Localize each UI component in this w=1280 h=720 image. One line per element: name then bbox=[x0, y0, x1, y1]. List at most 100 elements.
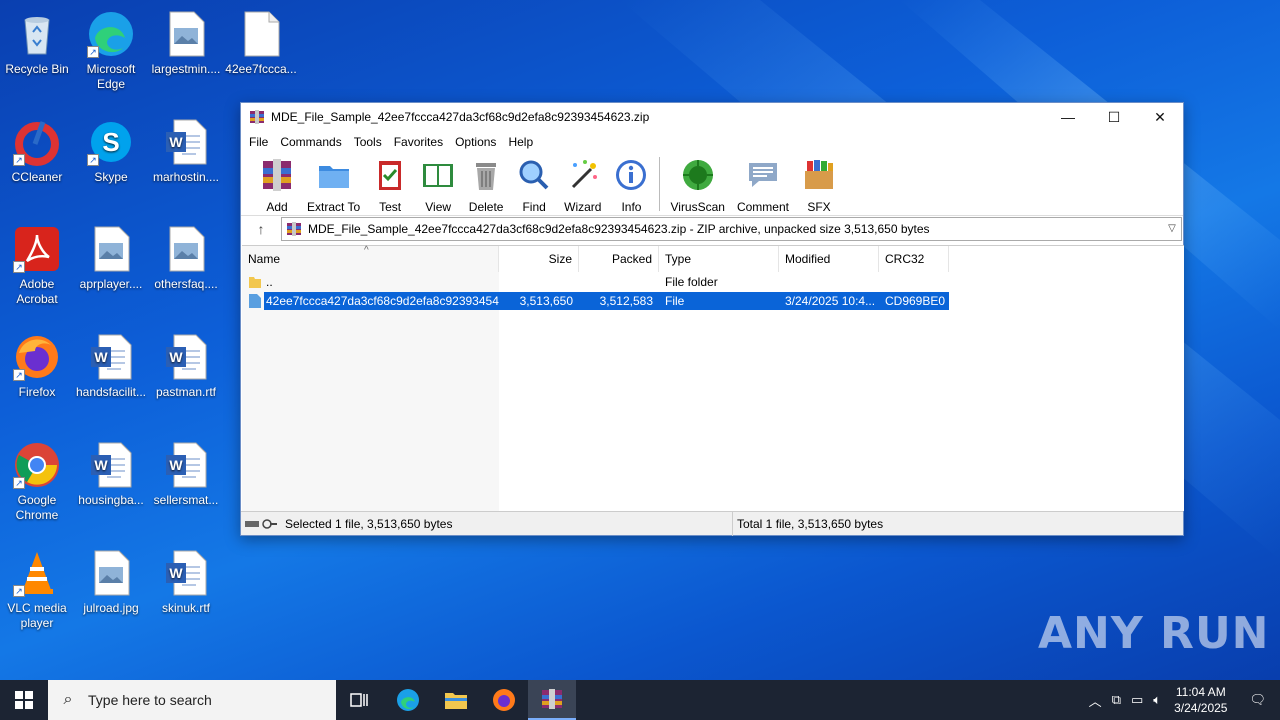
desktop-icon-word-doc[interactable]: Wsellersmat... bbox=[149, 441, 223, 508]
add-button[interactable]: Add bbox=[253, 157, 301, 214]
table-row-parent[interactable]: .. File folder bbox=[242, 272, 1184, 291]
start-button[interactable] bbox=[0, 680, 48, 720]
delete-label: Delete bbox=[468, 200, 504, 214]
desktop-icon-label: othersfaq.... bbox=[154, 277, 218, 291]
menu-tools[interactable]: Tools bbox=[348, 135, 388, 149]
column-type[interactable]: Type bbox=[659, 246, 779, 272]
chevron-up-icon[interactable]: ︿ bbox=[1084, 691, 1107, 710]
info-button[interactable]: Info bbox=[607, 157, 655, 214]
taskbar-winrar[interactable] bbox=[528, 680, 576, 720]
column-name-label: Name bbox=[248, 252, 281, 266]
chrome-icon: ↗ bbox=[13, 441, 61, 489]
row-modified: 3/24/2025 10:4... bbox=[779, 291, 879, 310]
svg-text:W: W bbox=[169, 457, 183, 473]
menu-commands[interactable]: Commands bbox=[274, 135, 347, 149]
column-crc32[interactable]: CRC32 bbox=[879, 246, 949, 272]
delete-button[interactable]: Delete bbox=[462, 157, 510, 214]
desktop-icon-acrobat[interactable]: ↗ Adobe Acrobat bbox=[0, 225, 74, 307]
menu-help[interactable]: Help bbox=[502, 135, 539, 149]
desktop-icon-label: CCleaner bbox=[11, 170, 63, 184]
desktop-icon-label: largestmin.... bbox=[151, 62, 221, 76]
archive-path-text: MDE_File_Sample_42ee7fccca427da3cf68c9d2… bbox=[308, 221, 930, 236]
column-packed[interactable]: Packed bbox=[579, 246, 659, 272]
wizard-label: Wizard bbox=[564, 200, 602, 214]
desktop-icon-vlc[interactable]: ↗ VLC media player bbox=[0, 549, 74, 631]
desktop-icon-word-doc[interactable]: Wmarhostin.... bbox=[149, 118, 223, 185]
menu-file[interactable]: File bbox=[243, 135, 274, 149]
view-button[interactable]: View bbox=[414, 157, 462, 214]
row-crc: CD969BE0 bbox=[879, 291, 949, 310]
maximize-button[interactable]: ☐ bbox=[1091, 103, 1137, 131]
minimize-button[interactable]: — bbox=[1045, 103, 1091, 131]
desktop-icon-label: pastman.rtf bbox=[155, 385, 217, 399]
extract-to-button[interactable]: Extract To bbox=[301, 157, 366, 214]
menu-favorites[interactable]: Favorites bbox=[388, 135, 449, 149]
menu-options[interactable]: Options bbox=[449, 135, 502, 149]
task-view-icon bbox=[350, 693, 368, 707]
desktop-icon-image-file[interactable]: largestmin.... bbox=[149, 10, 223, 77]
wizard-button[interactable]: Wizard bbox=[558, 157, 607, 214]
test-button[interactable]: Test bbox=[366, 157, 414, 214]
taskbar-edge[interactable] bbox=[384, 680, 432, 720]
virusscan-button[interactable]: VirusScan bbox=[664, 157, 730, 214]
up-arrow-icon[interactable]: ↑ bbox=[241, 221, 281, 237]
desktop-icon-image-file[interactable]: othersfaq.... bbox=[149, 225, 223, 292]
desktop-icon-word-doc[interactable]: Whandsfacilit... bbox=[74, 333, 148, 400]
desktop-icon-word-doc[interactable]: Wpastman.rtf bbox=[149, 333, 223, 400]
taskbar-explorer[interactable] bbox=[432, 680, 480, 720]
firefox-icon bbox=[493, 689, 515, 711]
desktop-icon-recycle-bin[interactable]: Recycle Bin bbox=[0, 10, 74, 77]
title-bar[interactable]: MDE_File_Sample_42ee7fccca427da3cf68c9d2… bbox=[241, 103, 1183, 131]
desktop-icon-ccleaner[interactable]: ↗ CCleaner bbox=[0, 118, 74, 185]
sfx-button[interactable]: SFX bbox=[795, 157, 843, 214]
column-modified[interactable]: Modified bbox=[779, 246, 879, 272]
column-name[interactable]: Name ^ bbox=[242, 245, 499, 272]
taskbar-firefox[interactable] bbox=[480, 680, 528, 720]
taskbar-search[interactable]: ⌕ Type here to search bbox=[48, 680, 336, 720]
info-label: Info bbox=[621, 200, 642, 214]
desktop-icon-label: julroad.jpg bbox=[83, 601, 139, 615]
clock-time: 11:04 AM bbox=[1175, 685, 1226, 699]
network-icon[interactable]: ▭ bbox=[1126, 692, 1148, 708]
word-doc-icon: W bbox=[87, 441, 135, 489]
desktop-icon-word-doc[interactable]: Wskinuk.rtf bbox=[149, 549, 223, 616]
notification-icon[interactable]: 🗨︎ bbox=[1235, 692, 1280, 708]
desktop-icon-image-file[interactable]: julroad.jpg bbox=[74, 549, 148, 616]
desktop-icon-blank-file[interactable]: 42ee7fccca... bbox=[224, 10, 298, 77]
shortcut-arrow-icon: ↗ bbox=[13, 154, 25, 166]
desktop-icon-word-doc[interactable]: Whousingba... bbox=[74, 441, 148, 508]
desktop-icon-firefox[interactable]: ↗ Firefox bbox=[0, 333, 74, 400]
network-device-icon[interactable]: ⧉ bbox=[1107, 692, 1126, 708]
task-view-button[interactable] bbox=[336, 680, 384, 720]
desktop-icon-chrome[interactable]: ↗ Google Chrome bbox=[0, 441, 74, 523]
close-button[interactable]: ✕ bbox=[1137, 103, 1183, 131]
winrar-icon bbox=[542, 689, 562, 709]
desktop-icon-label: sellersmat... bbox=[153, 493, 219, 507]
svg-text:W: W bbox=[94, 349, 108, 365]
column-size[interactable]: Size bbox=[499, 246, 579, 272]
desktop-icon-label: 42ee7fccca... bbox=[225, 62, 297, 76]
table-row-selected[interactable]: 42ee7fccca427da3cf68c9d2efa8c92393454...… bbox=[242, 291, 1184, 310]
ccleaner-icon: ↗ bbox=[13, 118, 61, 166]
desktop-icon-image-file[interactable]: aprplayer.... bbox=[74, 225, 148, 292]
row-name-cell: 42ee7fccca427da3cf68c9d2efa8c92393454... bbox=[242, 291, 499, 310]
drive-key-icon[interactable] bbox=[245, 518, 277, 530]
sfx-box-icon bbox=[804, 160, 833, 189]
word-doc-icon: W bbox=[162, 333, 210, 381]
add-label: Add bbox=[266, 200, 288, 214]
sfx-label: SFX bbox=[807, 200, 831, 214]
chevron-down-icon[interactable]: ▽ bbox=[1163, 223, 1181, 234]
vlc-icon: ↗ bbox=[13, 549, 61, 597]
desktop-icon-skype[interactable]: S ↗ Skype bbox=[74, 118, 148, 185]
desktop-icon-edge[interactable]: ↗ Microsoft Edge bbox=[74, 10, 148, 92]
desktop-icon-label: marhostin.... bbox=[152, 170, 220, 184]
find-button[interactable]: Find bbox=[510, 157, 558, 214]
edge-icon: ↗ bbox=[87, 10, 135, 58]
comment-button[interactable]: Comment bbox=[731, 157, 795, 214]
archive-path-field[interactable]: MDE_File_Sample_42ee7fccca427da3cf68c9d2… bbox=[281, 216, 1182, 241]
volume-icon[interactable]: 🔈︎ bbox=[1148, 692, 1166, 708]
svg-text:W: W bbox=[94, 457, 108, 473]
row-name: 42ee7fccca427da3cf68c9d2efa8c92393454... bbox=[264, 291, 499, 310]
clock[interactable]: 11:04 AM 3/24/2025 bbox=[1166, 684, 1235, 716]
file-icon bbox=[249, 293, 261, 308]
